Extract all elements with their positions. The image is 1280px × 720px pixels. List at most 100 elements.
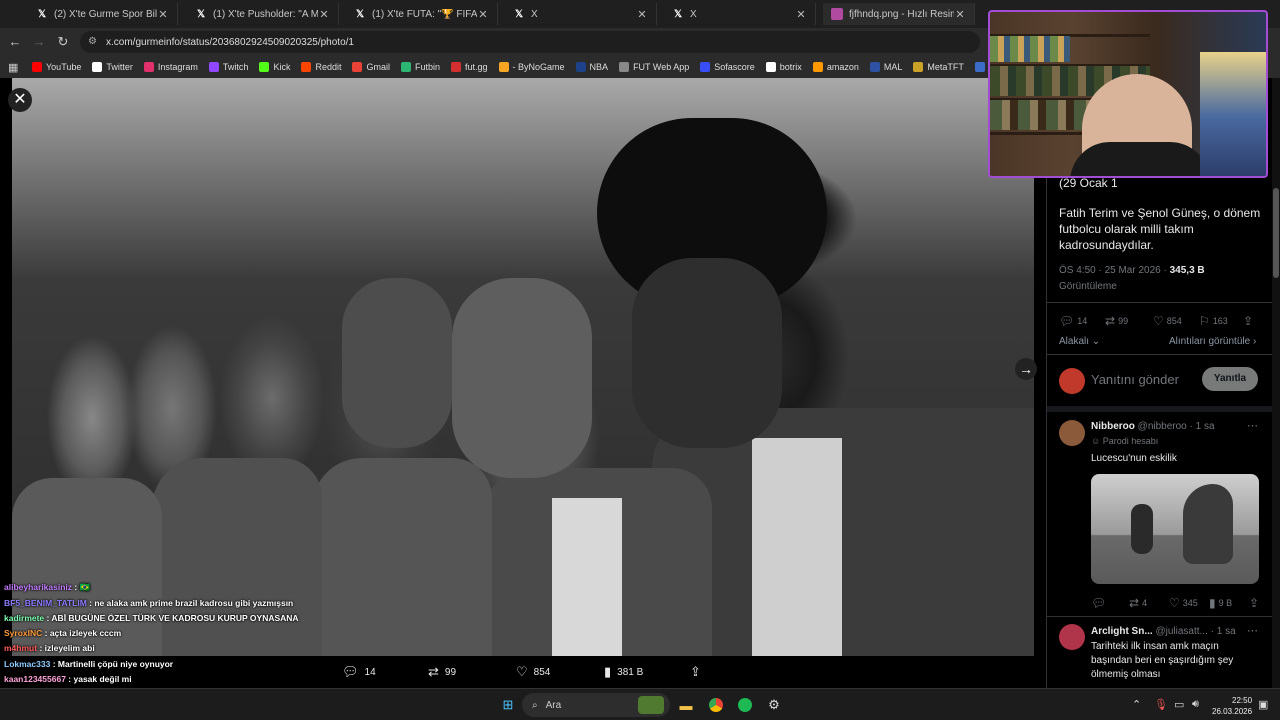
bookmark-item[interactable]: FUT Web App — [619, 62, 689, 72]
reply-repost-stat[interactable]: ⇄ 4 — [1129, 596, 1147, 610]
site-info-icon[interactable]: ⚙ — [88, 36, 100, 48]
bookmark-item[interactable]: Twitch — [208, 62, 248, 72]
more-options-icon[interactable]: ⋯ — [1247, 624, 1258, 637]
tweet-bookmark-stat[interactable]: ⚐ 163 — [1199, 314, 1228, 328]
bookmark-item[interactable]: YouTube — [32, 62, 81, 72]
close-tab-icon[interactable]: ✕ — [318, 8, 330, 21]
bookmark-item[interactable]: Instagram — [143, 62, 198, 72]
scrollbar-thumb[interactable] — [1273, 188, 1279, 278]
more-options-icon[interactable]: ⋯ — [1247, 419, 1258, 432]
notification-icon[interactable]: ▣ — [1258, 698, 1268, 711]
network-icon[interactable]: ▭ — [1174, 698, 1184, 711]
close-tab-icon[interactable]: ✕ — [795, 8, 807, 21]
chat-username[interactable]: alibeyharikasiniz — [4, 582, 72, 592]
bookmark-item[interactable]: fut.gg — [451, 62, 488, 72]
browser-tab[interactable]: 𝕏 (1) X'te FUTA: "🏆 FIFA, Dün ✕ — [346, 3, 498, 25]
browser-tab[interactable]: 𝕏 (1) X'te Pusholder: "A Milli Takım ✕ — [187, 3, 339, 25]
view-quotes-link[interactable]: Alıntıları görüntüle › — [1169, 336, 1256, 347]
bookmark-item[interactable]: Kick — [259, 62, 290, 72]
quotes-label: Alıntıları görüntüle — [1169, 336, 1251, 347]
url-field[interactable]: ⚙ x.com/gurmeinfo/status/203680292450902… — [80, 31, 980, 53]
repost-button[interactable]: ⇄ 99 — [428, 664, 456, 680]
panel-scrollbar[interactable] — [1272, 78, 1280, 688]
chevron-up-icon[interactable]: ⌃ — [1132, 698, 1141, 711]
chat-username[interactable]: kadirmete — [4, 613, 44, 623]
bookmark-item[interactable]: Gmail — [352, 62, 390, 72]
next-photo-icon[interactable]: → — [1015, 358, 1037, 380]
tweet-time[interactable]: ÖS 4:50 · 25 Mar 2026 · — [1059, 265, 1170, 276]
close-tab-icon[interactable]: ✕ — [954, 8, 966, 21]
chat-text: : açta izleyek cccm — [44, 628, 122, 638]
apps-grid-icon[interactable]: ▦ — [8, 61, 22, 74]
avatar[interactable] — [1059, 624, 1085, 650]
reload-icon[interactable]: ↻ — [55, 34, 71, 50]
x-icon: 𝕏 — [514, 8, 524, 20]
close-tab-icon[interactable]: ✕ — [157, 8, 169, 21]
file-explorer-icon[interactable]: ▬ — [676, 695, 696, 715]
bookmark-item[interactable]: Futbin — [400, 62, 440, 72]
settings-icon[interactable]: ⚙ — [764, 695, 784, 715]
bookmark-item[interactable]: amazon — [812, 62, 859, 72]
reply-count: 14 — [1077, 316, 1088, 326]
tweet-like-stat[interactable]: ♡ 854 — [1153, 314, 1182, 328]
taskbar-search[interactable]: ⌕ Ara — [522, 693, 670, 717]
avatar[interactable] — [1059, 368, 1085, 394]
browser-tab[interactable]: 𝕏 X ✕ — [505, 3, 657, 25]
views-button[interactable]: ▮ 381 B — [604, 664, 643, 680]
chat-message: Lokmac333 : Martinelli çöpü niye oynuyor — [4, 659, 173, 669]
bookmark-icon — [700, 62, 711, 72]
sort-relevance-dropdown[interactable]: Alakalı ⌄ — [1059, 336, 1100, 347]
like-button[interactable]: ♡ 854 — [516, 664, 550, 680]
bookmark-item[interactable]: botrix — [765, 62, 802, 72]
browser-tab[interactable]: 𝕏 X ✕ — [664, 3, 816, 25]
share-button[interactable]: ⇪ — [690, 664, 707, 680]
forward-icon[interactable]: → — [31, 34, 47, 50]
reply-submit-button[interactable]: Yanıtla — [1202, 367, 1258, 391]
taskbar-clock[interactable]: 22:50 26.03.2026 — [1212, 695, 1252, 717]
reply-author[interactable]: Arclight Sn... @juliasatt... · 1 sa — [1091, 626, 1236, 637]
bookmark-icon — [352, 62, 363, 72]
tweet-photo[interactable] — [12, 78, 1034, 656]
chat-message: m4hmut : izleyelim abi — [4, 643, 95, 653]
browser-tab[interactable]: 𝕏 (2) X'te Gurme Spor Bilgileri: "n ✕ — [28, 3, 178, 25]
chat-username[interactable]: m4hmut — [4, 643, 37, 653]
bookmark-item[interactable]: Sofascore — [700, 62, 755, 72]
reply-reply-stat[interactable]: 💬︎ — [1091, 596, 1109, 610]
chat-username[interactable]: BF5_BENIM_TATLIM — [4, 598, 87, 608]
reply-image[interactable] — [1091, 474, 1259, 584]
close-tab-icon[interactable]: ✕ — [477, 8, 489, 21]
bookmark-item[interactable]: MetaTFT — [913, 62, 964, 72]
close-tab-icon[interactable]: ✕ — [636, 8, 648, 21]
bookmark-label: fut.gg — [465, 62, 488, 72]
chat-username[interactable]: Lokmac333 — [4, 659, 50, 669]
windows-start-icon[interactable]: ⊞ — [498, 695, 518, 715]
reply-like-stat[interactable]: ♡ 345 — [1169, 596, 1198, 610]
volume-icon[interactable]: 🔊︎ — [1192, 698, 1199, 711]
microphone-icon[interactable]: 🎙︎ — [1154, 698, 1168, 711]
chat-text: : izleyelim abi — [39, 643, 95, 653]
reply-share-stat[interactable]: ⇪ — [1249, 596, 1262, 610]
avatar[interactable] — [1059, 420, 1085, 446]
reply-views-stat[interactable]: ▮ 9 B — [1209, 596, 1232, 610]
reply-author[interactable]: Nibberoo @nibberoo · 1 sa — [1091, 421, 1215, 432]
tweet-repost-stat[interactable]: ⇄ 99 — [1105, 314, 1128, 328]
back-icon[interactable]: ← — [7, 34, 23, 50]
spotify-icon[interactable] — [735, 695, 755, 715]
x-icon: 𝕏 — [355, 8, 365, 20]
reply-text: Lucescu'nun eskilik — [1091, 453, 1177, 464]
bookmark-item[interactable]: NBA — [575, 62, 608, 72]
tweet-share-stat[interactable]: ⇪ — [1243, 314, 1256, 328]
bookmark-item[interactable]: - ByNoGame — [498, 62, 565, 72]
chat-username[interactable]: SyroxINC — [4, 628, 42, 638]
bookmark-item[interactable]: Twitter — [92, 62, 133, 72]
reply-input[interactable]: Yanıtını gönder — [1091, 372, 1179, 387]
browser-tab-active[interactable]: fjfhndq.png - Hızlı Resim ✕ — [823, 3, 975, 25]
chat-username[interactable]: kaan123455667 — [4, 674, 66, 684]
like-count: 345 — [1182, 598, 1198, 608]
tweet-reply-stat[interactable]: 💬︎ 14 — [1059, 314, 1087, 328]
bookmark-item[interactable]: Reddit — [301, 62, 341, 72]
close-icon[interactable]: ✕ — [8, 88, 32, 112]
reply-text: Tarihteki ilk insan amk maçın başından b… — [1091, 641, 1234, 680]
chrome-icon[interactable] — [706, 695, 726, 715]
bookmark-item[interactable]: MAL — [869, 62, 902, 72]
